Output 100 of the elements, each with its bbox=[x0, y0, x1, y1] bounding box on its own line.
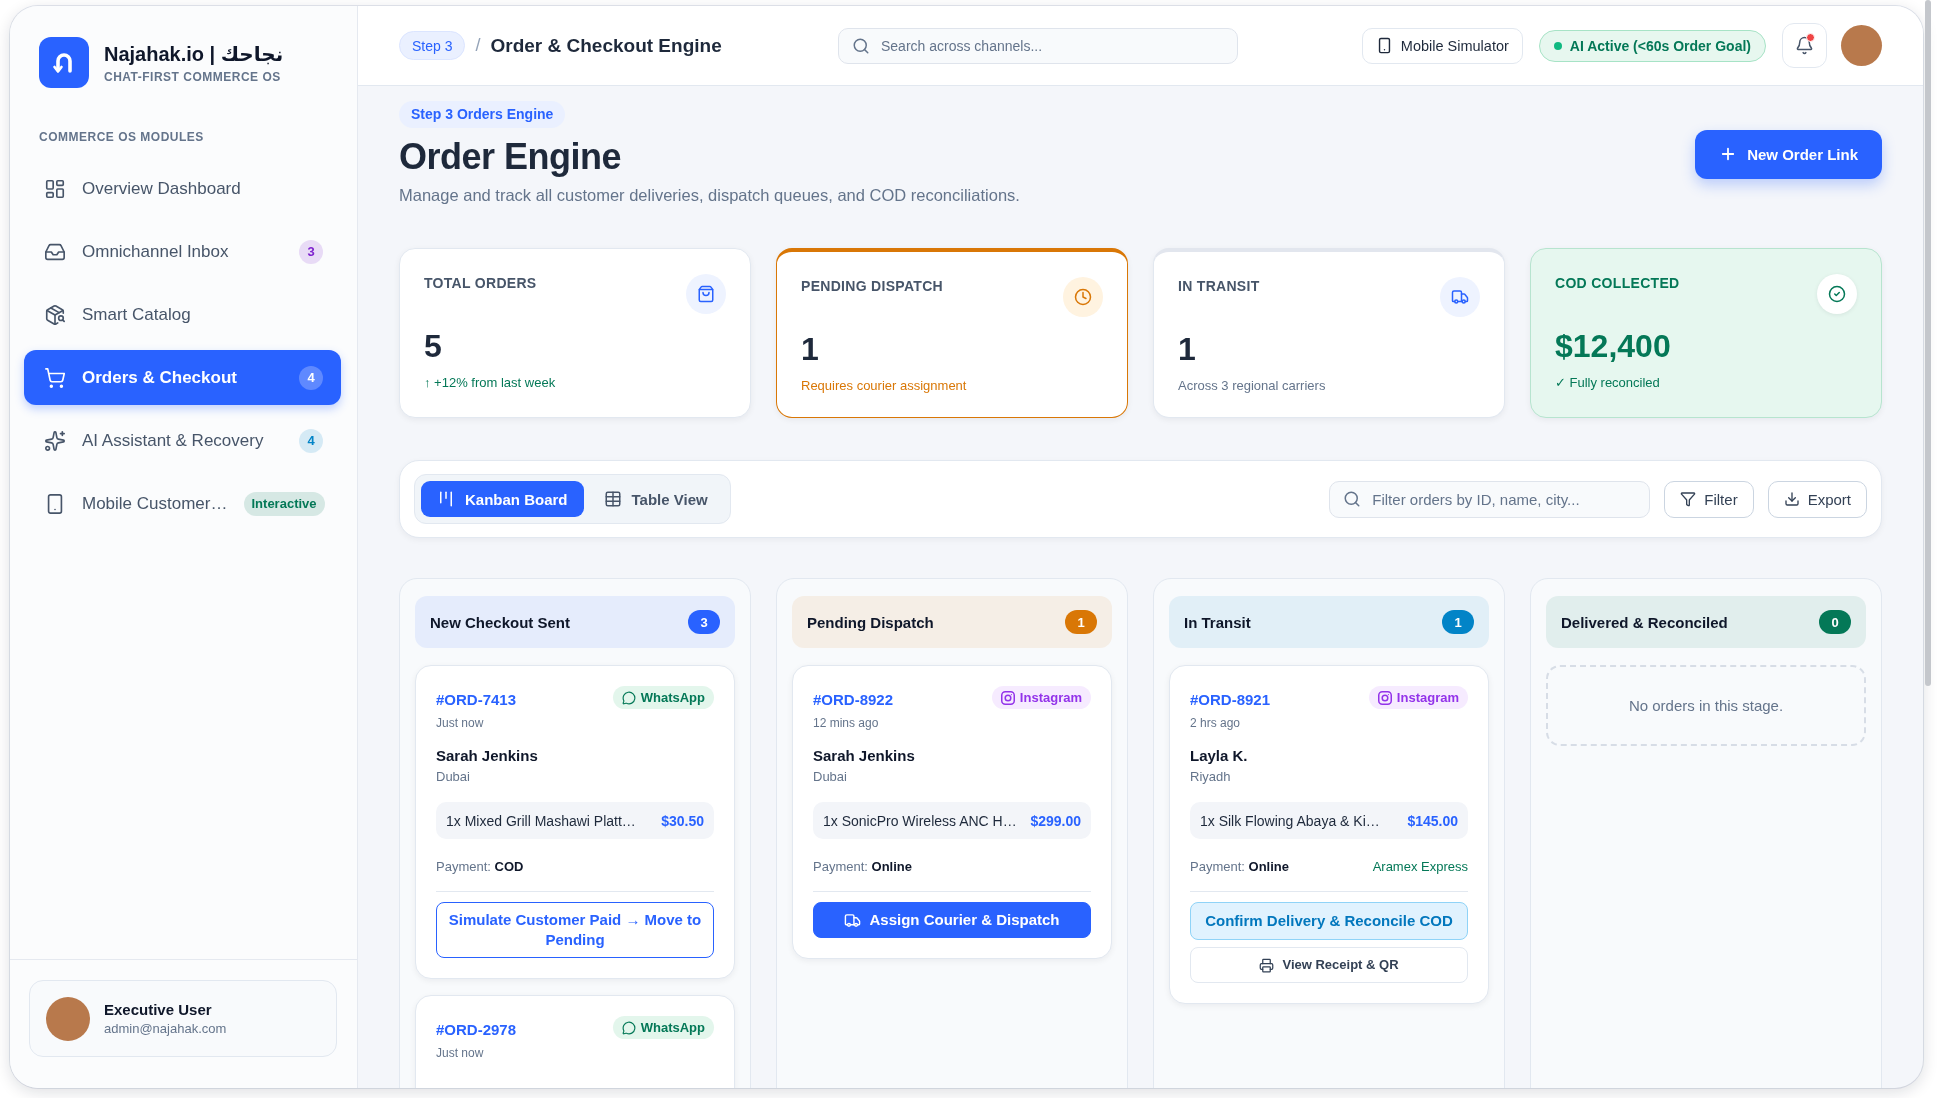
column-title: In Transit bbox=[1184, 613, 1251, 631]
item-price: $30.50 bbox=[661, 812, 704, 829]
order-id: #ORD-7413 bbox=[436, 690, 517, 710]
action-button[interactable]: Assign Courier & Dispatch bbox=[813, 902, 1091, 938]
channel-name: WhatsApp bbox=[640, 690, 705, 705]
payment-text: Payment: Online bbox=[813, 858, 912, 876]
step-pill[interactable]: Step 3 bbox=[399, 31, 466, 60]
order-id: #ORD-8922 bbox=[813, 690, 894, 710]
scrollbar-thumb[interactable] bbox=[1925, 0, 1931, 686]
stat-note: ✓ Fully reconciled bbox=[1555, 374, 1661, 392]
order-id: #ORD-8921 bbox=[1190, 690, 1271, 710]
avatar-placeholder bbox=[46, 996, 90, 1041]
order-time: 12 mins ago bbox=[813, 715, 880, 731]
order-time: 2 hrs ago bbox=[1190, 715, 1242, 731]
stat-value: 1 bbox=[801, 330, 820, 368]
channel-name: Instagram bbox=[1019, 690, 1082, 705]
column-title: Delivered & Reconciled bbox=[1561, 613, 1728, 631]
item-price: $299.00 bbox=[1030, 812, 1081, 829]
package-search-icon bbox=[44, 303, 66, 326]
payment-text: Payment: Online bbox=[1190, 858, 1289, 876]
order-card[interactable]: #ORD-8921 2 hrs ago Instagram Layla K. Riyadh 1x Silk Flowing Abaya & Ki… $145.00 Payment: Online Aramex Express Confirm Delivery & Reconcile COD View Receipt & QR bbox=[1169, 665, 1489, 1004]
nav-item[interactable]: AI Assistant & Recovery 4 bbox=[24, 413, 341, 468]
section-label: COMMERCE OS MODULES bbox=[38, 130, 205, 145]
channel-name: Instagram bbox=[1396, 690, 1459, 705]
count-badge: 3 bbox=[299, 239, 323, 264]
kanban-icon bbox=[437, 490, 455, 508]
column-title: Pending Dispatch bbox=[807, 613, 934, 631]
check-circle-icon bbox=[1817, 274, 1857, 314]
camera-icon bbox=[1377, 690, 1392, 705]
page-subtitle: Manage and track all customer deliveries, dispatch queues, and COD reconciliations. bbox=[399, 185, 1020, 206]
stat-value: 5 bbox=[424, 327, 443, 365]
count-badge: 4 bbox=[299, 428, 323, 453]
cart-icon bbox=[44, 366, 66, 389]
shopping-bag-icon bbox=[686, 274, 726, 314]
view-tab[interactable]: Kanban Board bbox=[421, 481, 584, 517]
clock-icon bbox=[1063, 277, 1103, 317]
funnel-icon bbox=[1680, 491, 1697, 507]
export-button[interactable]: Export bbox=[1767, 480, 1867, 518]
nav-item[interactable]: Orders & Checkout 4 bbox=[24, 350, 341, 405]
stat-label: TOTAL ORDERS bbox=[424, 274, 537, 292]
order-time: Just now bbox=[436, 1045, 485, 1061]
sparkles-icon bbox=[44, 429, 66, 452]
column-title: New Checkout Sent bbox=[430, 613, 571, 631]
filter-field[interactable]: Filter orders by ID, name, city... bbox=[1329, 480, 1651, 518]
nav-item[interactable]: Smart Catalog bbox=[24, 287, 341, 342]
user-card[interactable]: Executive User admin@najahak.com bbox=[29, 980, 337, 1057]
search-icon bbox=[1343, 490, 1362, 508]
order-id: #ORD-2978 bbox=[436, 1020, 517, 1040]
mobile-simulator-button[interactable]: Mobile Simulator bbox=[1361, 27, 1523, 64]
nav-item[interactable]: Mobile Customer… Interactive bbox=[24, 476, 341, 531]
action-button[interactable]: Simulate Customer Paid → Move to Pending bbox=[436, 902, 714, 958]
page-heading: Order Engine bbox=[399, 135, 623, 179]
new-order-button[interactable]: New Order Link bbox=[1695, 129, 1882, 179]
count-badge: 1 bbox=[1065, 610, 1097, 634]
chat-bubble-icon bbox=[621, 690, 636, 705]
stat-label: COD COLLECTED bbox=[1555, 274, 1680, 292]
item-name: 1x SonicPro Wireless ANC H… bbox=[823, 812, 1017, 829]
nav-item[interactable]: Overview Dashboard bbox=[24, 161, 341, 216]
order-card[interactable]: #ORD-2978 Just now WhatsApp bbox=[415, 995, 735, 1088]
status-text: AI Active (<60s Order Goal) bbox=[1569, 37, 1751, 54]
nav-item[interactable]: Omnichannel Inbox 3 bbox=[24, 224, 341, 279]
customer-city: Dubai bbox=[436, 768, 471, 785]
item-price: $145.00 bbox=[1407, 812, 1458, 829]
avatar-placeholder[interactable] bbox=[1841, 25, 1882, 66]
header-title: Order & Checkout Engine bbox=[490, 34, 722, 57]
stat-note: Across 3 regional carriers bbox=[1178, 377, 1327, 395]
channel-name: WhatsApp bbox=[640, 1020, 705, 1035]
download-icon bbox=[1783, 491, 1800, 507]
filter-button[interactable]: Filter bbox=[1664, 480, 1754, 518]
step-tag: Step 3 Orders Engine bbox=[399, 101, 566, 128]
action-button[interactable]: Confirm Delivery & Reconcile COD bbox=[1190, 902, 1468, 940]
search-field[interactable]: Search across channels... bbox=[838, 27, 1238, 64]
truck-icon bbox=[1440, 277, 1480, 317]
brand-name: Najahak.io | نجاحك bbox=[104, 41, 284, 66]
customer-city: Dubai bbox=[813, 768, 848, 785]
stat-label: IN TRANSIT bbox=[1178, 277, 1260, 295]
count-badge: 1 bbox=[1442, 610, 1474, 634]
bell-icon bbox=[1795, 36, 1814, 55]
truck-icon bbox=[844, 911, 862, 929]
view-tab[interactable]: Table View bbox=[587, 481, 724, 517]
order-time: Just now bbox=[436, 715, 485, 731]
order-card[interactable]: #ORD-8922 12 mins ago Instagram Sarah Jenkins Dubai 1x SonicPro Wireless ANC H… $299.00 Payment: Online Assign Courier & Dispatch bbox=[792, 665, 1112, 959]
notifications-button[interactable] bbox=[1782, 23, 1827, 68]
payment-text: Payment: COD bbox=[436, 858, 524, 876]
stat-note: ↑ +12% from last week bbox=[424, 374, 557, 392]
action-button[interactable]: View Receipt & QR bbox=[1190, 947, 1468, 983]
user-name: Executive User bbox=[104, 999, 213, 1020]
count-badge: 0 bbox=[1819, 610, 1851, 634]
customer-city: Riyadh bbox=[1190, 768, 1232, 785]
order-card[interactable]: #ORD-7413 Just now WhatsApp Sarah Jenkins Dubai 1x Mixed Grill Mashawi Platt… $30.50 Payment: COD Simulate Customer Paid → Move to Pending bbox=[415, 665, 735, 979]
stat-note: Requires courier assignment bbox=[801, 377, 968, 395]
customer-name: Sarah Jenkins bbox=[813, 746, 916, 766]
stat-value: 1 bbox=[1178, 330, 1197, 368]
table-icon bbox=[603, 490, 622, 508]
user-email: admin@najahak.com bbox=[104, 1019, 227, 1038]
camera-icon bbox=[1000, 690, 1015, 705]
search-icon bbox=[852, 36, 870, 55]
logo-icon bbox=[39, 37, 89, 88]
stat-value: $12,400 bbox=[1555, 327, 1672, 365]
status-dot-icon bbox=[1553, 41, 1562, 50]
